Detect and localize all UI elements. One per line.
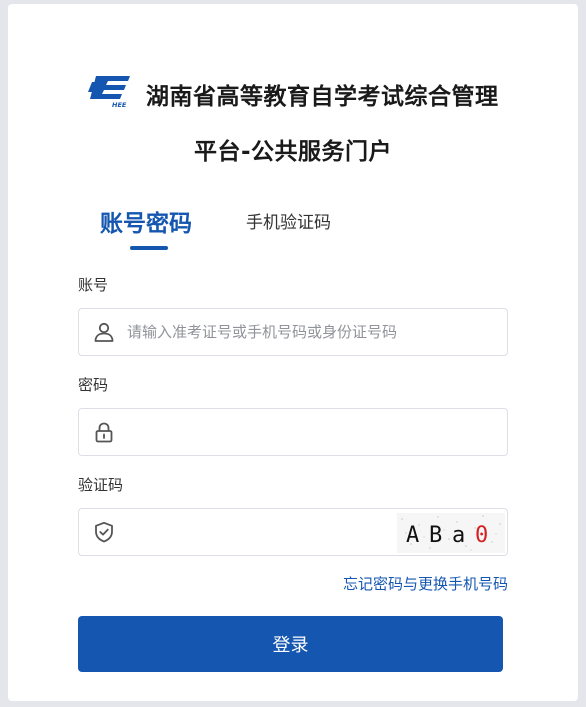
captcha-field[interactable]: A B a 0: [78, 508, 508, 556]
password-input[interactable]: [127, 409, 397, 455]
captcha-char-2: B: [429, 523, 442, 548]
tab-account-password[interactable]: 账号密码: [100, 204, 192, 250]
tab-phone-code-label: 手机验证码: [246, 213, 331, 233]
captcha-char-4: 0: [475, 523, 488, 548]
active-tab-indicator: [130, 246, 168, 250]
password-field[interactable]: [78, 408, 508, 456]
page-subtitle: 平台-公共服务门户: [193, 139, 393, 165]
account-input[interactable]: [127, 309, 397, 355]
tab-phone-code[interactable]: 手机验证码: [246, 208, 331, 233]
password-label: 密码: [78, 376, 109, 394]
login-tabs: 账号密码 手机验证码: [8, 204, 578, 254]
login-card: HEE 湖南省高等教育自学考试综合管理 平台-公共服务门户 账号密码 手机验证码…: [8, 4, 578, 701]
captcha-char-3: a: [452, 523, 465, 548]
login-button[interactable]: 登录: [78, 616, 503, 672]
captcha-char-1: A: [406, 523, 419, 548]
tab-account-password-label: 账号密码: [100, 211, 192, 237]
hee-logo: HEE: [88, 76, 130, 109]
account-label: 账号: [78, 276, 109, 294]
logo-text: HEE: [112, 101, 127, 109]
captcha-label: 验证码: [78, 476, 124, 494]
page-title: 湖南省高等教育自学考试综合管理: [146, 84, 499, 110]
forgot-password-link[interactable]: 忘记密码与更换手机号码: [343, 573, 508, 594]
account-field[interactable]: [78, 308, 508, 356]
shield-check-icon: [95, 521, 113, 543]
lock-icon: [95, 422, 113, 443]
user-icon: [94, 322, 114, 342]
captcha-image[interactable]: A B a 0: [397, 513, 505, 553]
captcha-input[interactable]: [127, 509, 377, 555]
